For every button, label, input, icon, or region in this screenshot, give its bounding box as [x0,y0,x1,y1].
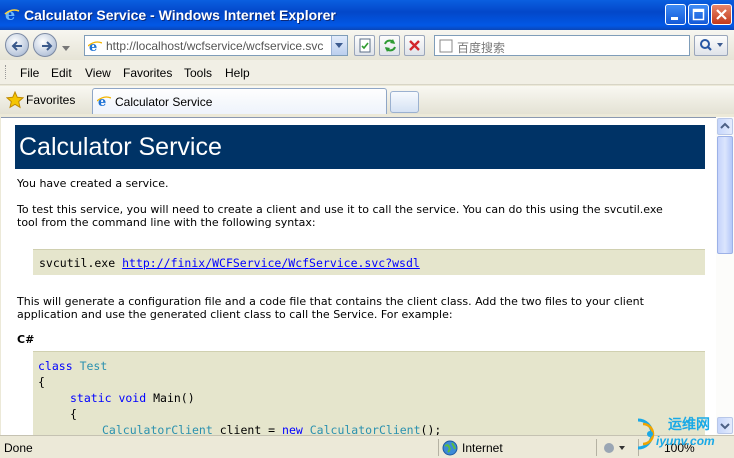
stop-button[interactable] [404,35,425,56]
watermark-text-domain: iyunv.com [656,434,715,448]
new-tab-button[interactable] [390,91,419,113]
search-button[interactable] [694,35,728,56]
code-type: Test [79,359,108,373]
menu-help[interactable]: Help [225,66,250,80]
refresh-button[interactable] [379,35,400,56]
favorites-label: Favorites [26,93,76,107]
zone-label: Internet [462,441,503,455]
menu-file[interactable]: File [20,66,39,80]
page-content: Calculator Service You have created a se… [1,117,716,435]
address-dropdown-button[interactable] [331,36,347,55]
status-text: Done [4,441,33,455]
menu-view[interactable]: View [85,66,111,80]
vertical-scrollbar[interactable] [716,117,734,435]
svcutil-command: svcutil.exe http://finix/WCFService/WcfS… [39,256,420,270]
menu-grip [5,65,7,79]
protected-mode-icon[interactable] [602,440,628,458]
code-keyword: static void [70,391,147,405]
code-line-brace: { [38,375,45,389]
page-icon: e [87,39,103,56]
favorites-button[interactable]: Favorites [4,90,84,110]
page-heading: Calculator Service [19,133,222,161]
address-url[interactable]: http://localhost/wcfservice/wcfservice.s… [106,39,323,53]
scroll-thumb[interactable] [717,136,733,254]
search-icon [700,39,723,51]
favorites-tab-bar: Favorites e Calculator Service [0,86,734,114]
code-type: CalculatorClient [102,423,213,435]
status-divider [596,439,597,456]
maximize-button[interactable] [688,4,709,25]
site-watermark-logo: 运维网 iyunv.com [632,408,734,458]
code-method: Main() [153,391,195,405]
globe-icon [442,440,458,458]
status-divider [438,439,439,456]
status-bar: Done Internet 100% [0,435,734,458]
instructions-line-2: tool from the command line with the foll… [17,216,316,229]
code-line-main: static void Main() [70,390,195,406]
code-line-brace-2: { [70,407,77,421]
code-text: (); [420,423,442,435]
address-bar[interactable]: e http://localhost/wcfservice/wcfservice… [84,35,348,56]
wsdl-link[interactable]: http://finix/WCFService/WcfService.svc?w… [122,256,420,270]
compat-page-icon [359,38,371,53]
csharp-label: C# [17,333,35,346]
code-text: client = [212,423,283,435]
refresh-icon [384,39,396,52]
security-zone[interactable]: Internet [442,440,592,456]
forward-button[interactable] [33,33,57,57]
svcutil-exe: svcutil.exe [39,256,116,270]
close-window-button[interactable] [711,4,732,25]
page-banner: Calculator Service [15,125,705,169]
code-type: CalculatorClient [309,423,421,435]
minimize-button[interactable] [665,4,686,25]
menu-favorites[interactable]: Favorites [123,66,172,80]
tab-calculator-service[interactable]: e Calculator Service [92,88,387,114]
instructions-line-1: To test this service, you will need to c… [17,203,663,216]
code-line-client: CalculatorClient client = new Calculator… [102,422,441,435]
search-provider-icon [439,39,453,56]
code-keyword: new [282,423,303,435]
history-dropdown-icon[interactable] [62,41,71,55]
ie-logo-icon: e [4,5,20,25]
forward-arrow-icon [42,41,53,51]
watermark-text-cn: 运维网 [668,417,710,433]
generate-text-line-1: This will generate a configuration file … [17,295,644,308]
scroll-up-button[interactable] [717,118,733,135]
compatibility-view-button[interactable] [354,35,375,56]
search-box[interactable]: 百度搜索 [434,35,690,56]
tab-page-icon: e [96,94,112,111]
back-button[interactable] [5,33,29,57]
browser-window: e Calculator Service - Windows Internet … [0,0,734,458]
svg-text:e: e [5,6,15,22]
intro-text: You have created a service. [17,177,169,190]
tab-title: Calculator Service [115,95,213,109]
navigation-bar: e http://localhost/wcfservice/wcfservice… [0,30,734,60]
menu-edit[interactable]: Edit [51,66,72,80]
back-arrow-icon [11,41,22,51]
code-keyword: class [38,359,73,373]
star-icon [5,90,25,112]
menu-tools[interactable]: Tools [184,66,212,80]
menu-bar: File Edit View Favorites Tools Help [0,60,734,85]
svcutil-command-box: svcutil.exe http://finix/WCFService/WcfS… [33,249,705,275]
search-placeholder[interactable]: 百度搜索 [457,39,505,56]
stop-icon [409,40,420,51]
window-title: Calculator Service - Windows Internet Ex… [24,7,336,23]
code-line-class: class Test [38,358,107,374]
generate-text-line-2: application and use the generated client… [17,308,453,321]
title-bar[interactable]: e Calculator Service - Windows Internet … [0,0,734,30]
